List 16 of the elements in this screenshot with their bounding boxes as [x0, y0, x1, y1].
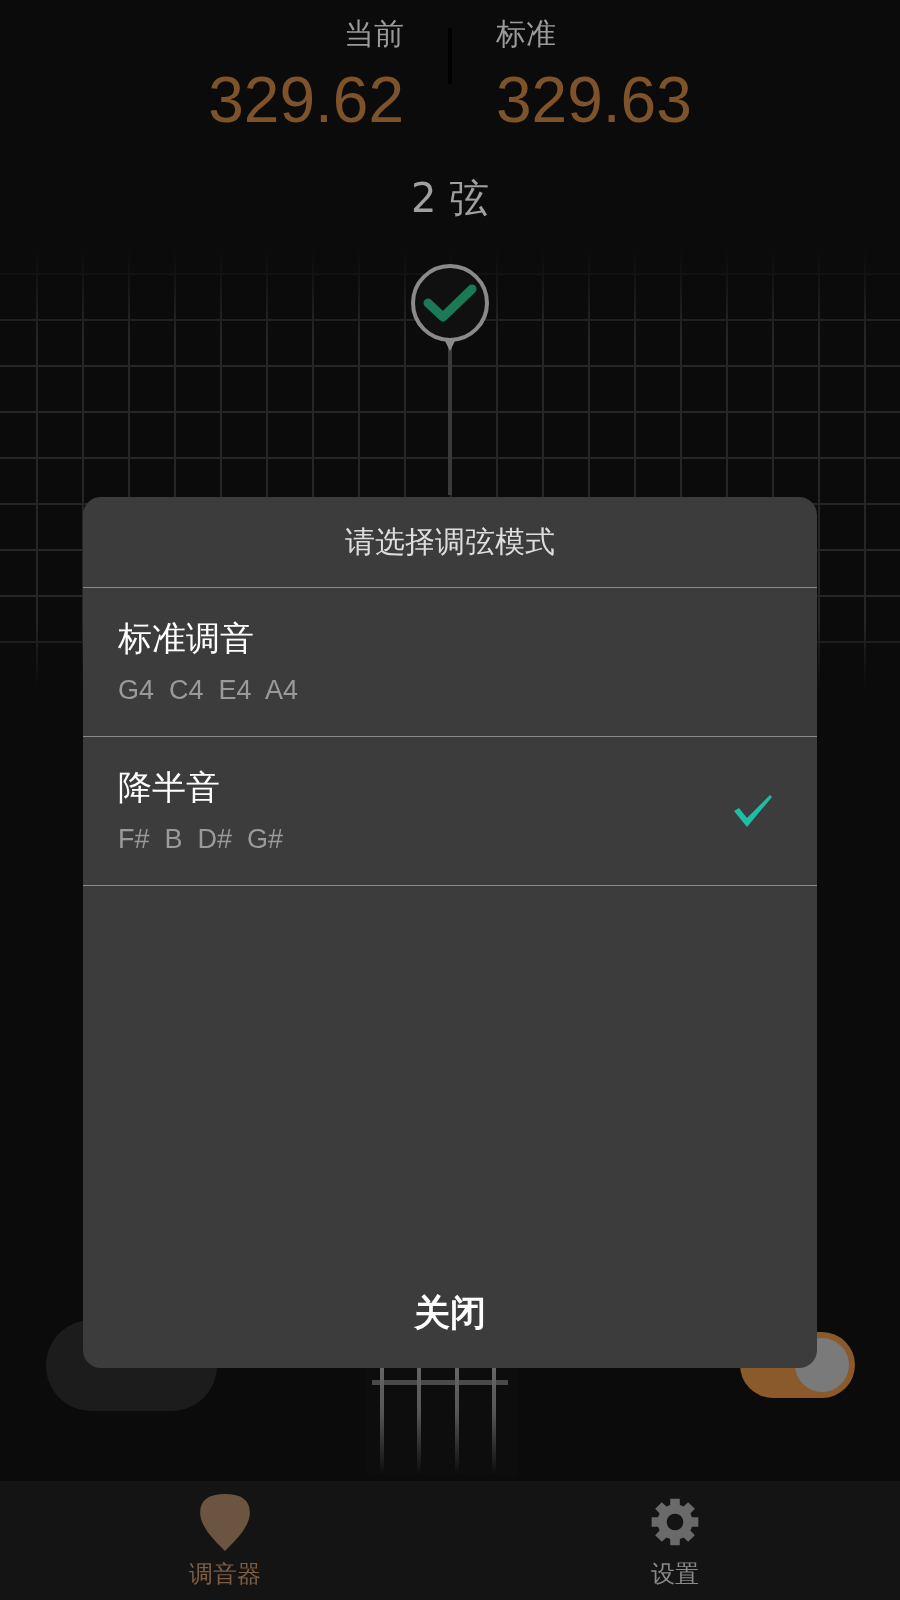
check-circle-icon: [411, 264, 489, 342]
option-name: 标准调音: [118, 617, 255, 659]
string-label: 2 弦: [410, 174, 490, 222]
guitar-pick-icon: [199, 1493, 251, 1551]
option-name: 降半音: [118, 766, 221, 808]
tuning-option[interactable]: 标准调音 G4 C4 E4 A4: [83, 588, 817, 737]
tab-button[interactable]: 设置: [450, 1481, 900, 1600]
dialog-title: 请选择调弦模式: [345, 522, 555, 561]
close-button[interactable]: 关闭: [83, 1258, 817, 1368]
option-notes: F# B D# G#: [118, 823, 285, 856]
current-frequency: 329.62: [208, 63, 404, 138]
standard-label: 标准: [496, 16, 556, 52]
standard-frequency: 329.63: [496, 63, 692, 138]
tuning-option[interactable]: 降半音 F# B D# G#: [83, 737, 817, 886]
option-notes: G4 C4 E4 A4: [118, 674, 300, 707]
current-label: 当前: [344, 16, 404, 52]
